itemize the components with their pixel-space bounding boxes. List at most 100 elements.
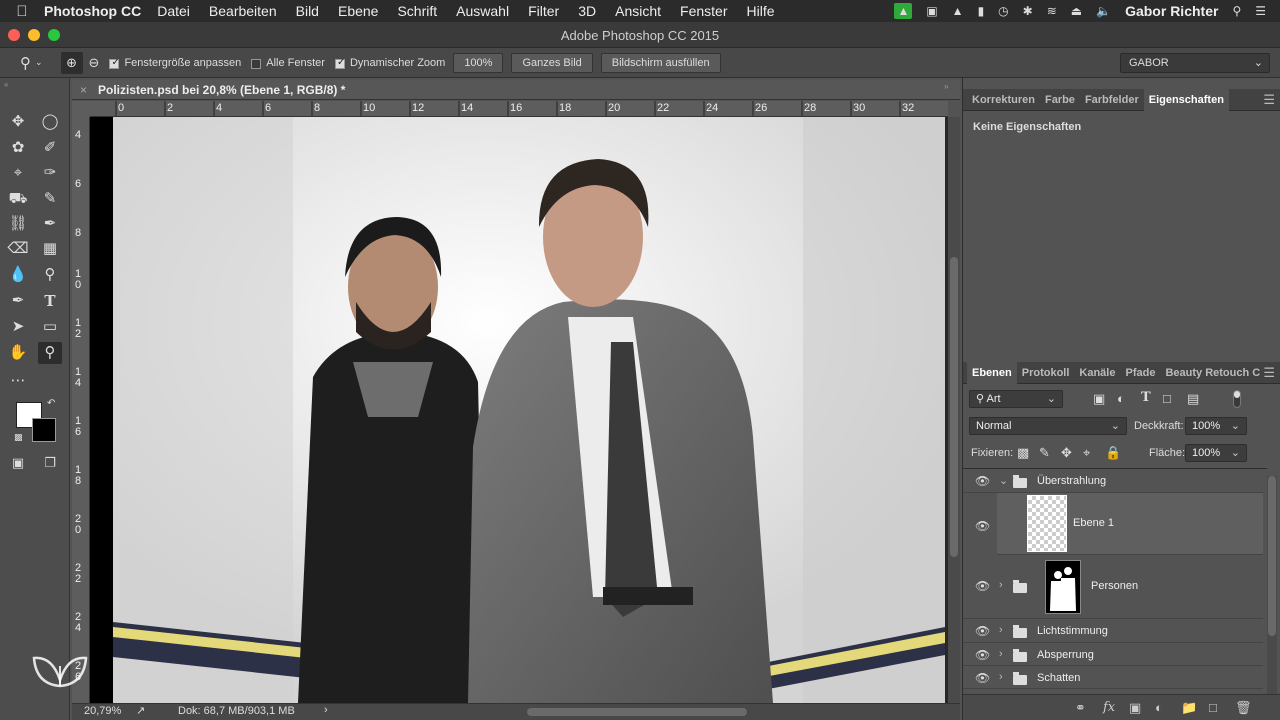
filter-toggle-switch[interactable] (1233, 390, 1241, 408)
layer-row-selected[interactable]: Ebene 1 (997, 493, 1263, 555)
checkbox-unchecked-icon[interactable] (251, 58, 262, 69)
visibility-eye-icon[interactable]: 👁 (975, 474, 990, 488)
zoom-level[interactable]: 20,79% (84, 705, 121, 717)
lock-image-pixels-icon[interactable]: ✎ (1039, 445, 1050, 461)
eraser-tool-icon[interactable]: ⌫ (6, 238, 30, 260)
canvas-horizontal-scrollbar[interactable] (527, 708, 747, 716)
layer-row[interactable]: 👁 › Schatten (963, 666, 1263, 689)
tab-korrekturen[interactable]: Korrekturen (967, 89, 1040, 111)
lock-all-icon[interactable]: 🔒 (1105, 445, 1121, 461)
checkbox-checked-icon[interactable] (334, 57, 345, 69)
visibility-eye-icon[interactable]: 👁 (975, 579, 990, 593)
poster-image[interactable] (113, 117, 945, 703)
zoom-100-button[interactable]: 100% (453, 52, 504, 73)
menu-fenster[interactable]: Fenster (680, 3, 727, 19)
canvas-vertical-scrollbar[interactable] (948, 117, 960, 703)
menu-auswahl[interactable]: Auswahl (456, 3, 509, 19)
app-menu[interactable]: Photoshop CC (44, 3, 141, 19)
tab-beauty-retouch[interactable]: Beauty Retouch C (1160, 362, 1265, 384)
visibility-eye-icon[interactable]: 👁 (975, 519, 990, 533)
tab-farbe[interactable]: Farbe (1040, 89, 1080, 111)
tab-farbfelder[interactable]: Farbfelder (1080, 89, 1144, 111)
lasso-tool-icon[interactable]: ✿ (6, 137, 30, 159)
fit-screen-button[interactable]: Ganzes Bild (511, 52, 593, 73)
app-status-icon[interactable]: ▲ (894, 3, 913, 19)
layer-row[interactable]: 👁 › Absperrung (963, 643, 1263, 666)
healing-brush-tool-icon[interactable]: ⛟ (6, 188, 30, 210)
brush-tool-icon[interactable]: ✎ (38, 188, 62, 210)
layer-row[interactable]: 👁 › Lichtstimmung (963, 619, 1263, 643)
more-tools-icon[interactable]: ⋯ (6, 370, 30, 392)
lock-transparent-pixels-icon[interactable]: ▩ (1017, 445, 1029, 461)
zoom-in-icon[interactable]: ⊕ (60, 51, 83, 74)
menu-datei[interactable]: Datei (157, 3, 190, 19)
link-layers-icon[interactable]: ⚭ (1075, 700, 1086, 716)
scrollbar-thumb[interactable] (1268, 476, 1276, 636)
visibility-eye-icon[interactable]: 👁 (975, 648, 990, 662)
filter-smart-objects-icon[interactable]: ▤ (1187, 391, 1199, 407)
fill-screen-button[interactable]: Bildschirm ausfüllen (600, 52, 721, 73)
workspace-switcher[interactable]: GABOR ⌄ (1120, 53, 1270, 73)
background-color-swatch[interactable] (32, 418, 56, 442)
airplay-icon[interactable]: ▲ (952, 4, 964, 18)
dynamic-zoom-checkbox[interactable]: Dynamischer Zoom (334, 57, 445, 69)
chevron-right-icon[interactable]: › (999, 671, 1003, 683)
rectangle-tool-icon[interactable]: ▭ (38, 316, 62, 338)
dodge-tool-icon[interactable]: ⚲ (38, 264, 62, 286)
zoom-tool-preset-icon[interactable]: ⚲ (20, 54, 31, 72)
new-adjustment-layer-icon[interactable]: ◐ (1155, 700, 1163, 715)
volume-icon[interactable]: 🔈 (1096, 4, 1111, 18)
new-layer-icon[interactable]: □ (1209, 700, 1217, 715)
bluetooth-icon[interactable]: ✱ (1023, 4, 1033, 18)
battery-icon[interactable]: ▮ (978, 4, 985, 18)
tab-protokoll[interactable]: Protokoll (1017, 362, 1075, 384)
quick-selection-tool-icon[interactable]: ✐ (38, 137, 62, 159)
filter-type-layers-icon[interactable]: T (1141, 390, 1151, 405)
wifi-icon[interactable]: ≋ (1047, 4, 1057, 18)
clock-icon[interactable]: ◷ (998, 4, 1008, 18)
layer-style-fx-icon[interactable]: fx (1103, 700, 1115, 715)
opacity-input[interactable]: 100% ⌄ (1185, 417, 1247, 435)
fit-window-checkbox[interactable]: Fenstergröße anpassen (109, 57, 241, 69)
quick-mask-icon[interactable]: ▣ (6, 452, 30, 474)
blur-tool-icon[interactable]: 💧 (6, 264, 30, 286)
menu-bearbeiten[interactable]: Bearbeiten (209, 3, 277, 19)
move-tool-icon[interactable]: ✥ (6, 111, 30, 133)
filter-adjustment-layers-icon[interactable]: ◐ (1117, 391, 1125, 406)
blend-mode-select[interactable]: Normal ⌄ (969, 417, 1127, 435)
filter-shape-layers-icon[interactable]: □ (1163, 391, 1171, 406)
lock-position-icon[interactable]: ✥ (1061, 445, 1072, 461)
hand-tool-icon[interactable]: ✋ (6, 342, 30, 364)
lock-artboard-icon[interactable]: ⌖ (1083, 445, 1090, 461)
screen-icon[interactable]: ▣ (926, 4, 937, 18)
chevron-down-icon[interactable]: ⌄ (999, 474, 1008, 487)
checkbox-checked-icon[interactable] (109, 57, 120, 69)
clone-stamp-tool-icon[interactable]: ⛓ (6, 213, 30, 235)
type-tool-icon[interactable]: T (38, 290, 62, 312)
chevron-right-icon[interactable]: › (999, 624, 1003, 636)
panel-menu-icon[interactable]: ☰ (1263, 92, 1275, 108)
layer-row[interactable]: 👁 ⌄ Überstrahlung (963, 469, 1263, 493)
tab-ebenen[interactable]: Ebenen (967, 361, 1017, 384)
default-colors-icon[interactable]: ▩ (14, 432, 23, 443)
chevron-down-icon[interactable]: ⌄ (35, 57, 43, 68)
apple-icon[interactable]:  (0, 3, 44, 20)
chevron-right-icon[interactable]: › (324, 704, 328, 716)
filter-pixel-layers-icon[interactable]: ▣ (1093, 391, 1105, 407)
horizontal-ruler[interactable]: 0 2 4 6 8 10 12 14 16 18 20 22 24 26 28 … (90, 101, 948, 117)
menu-filter[interactable]: Filter (528, 3, 559, 19)
share-icon[interactable]: ↗ (136, 704, 145, 717)
layer-row[interactable]: 👁 › Personen (963, 555, 1263, 619)
new-group-icon[interactable]: 📁 (1181, 700, 1197, 716)
menu-hilfe[interactable]: Hilfe (747, 3, 775, 19)
user-name[interactable]: Gabor Richter (1125, 3, 1218, 19)
swap-colors-icon[interactable]: ↶ (47, 398, 55, 409)
zoom-out-icon[interactable]: ⊖ (89, 55, 100, 71)
visibility-eye-icon[interactable]: 👁 (975, 671, 990, 685)
gradient-tool-icon[interactable]: ▦ (38, 238, 62, 260)
vertical-ruler[interactable]: 4 6 8 1 0 1 2 1 4 1 6 1 8 2 0 2 2 2 4 2 … (72, 117, 90, 703)
fill-input[interactable]: 100% ⌄ (1185, 444, 1247, 462)
spotlight-icon[interactable]: ⚲ (1232, 4, 1241, 18)
tab-pfade[interactable]: Pfade (1120, 362, 1160, 384)
layers-scrollbar[interactable] (1267, 476, 1277, 696)
